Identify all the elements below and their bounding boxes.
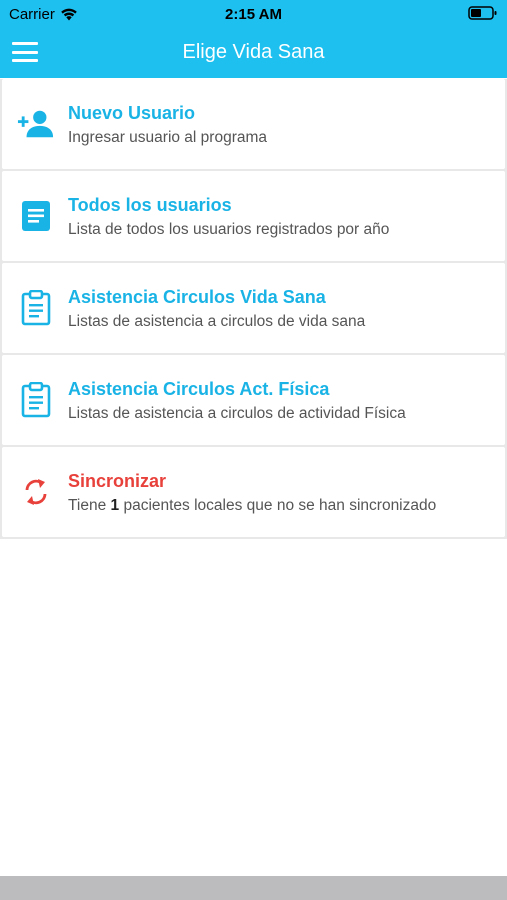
item-title: Sincronizar [68, 471, 167, 491]
sync-icon [17, 475, 55, 509]
item-title: Nuevo Usuario [68, 103, 196, 123]
list-item-todos-usuarios[interactable]: Todos los usuarios Lista de todos los us… [2, 171, 505, 261]
menu-list: Nuevo Usuario Ingresar usuario al progra… [0, 79, 507, 539]
item-subtitle: Tiene 1 pacientes locales que no se han … [68, 497, 493, 515]
bottom-bar [0, 876, 507, 900]
item-subtitle: Ingresar usuario al programa [68, 129, 268, 146]
subtitle-suffix: pacientes locales que no se han sincroni… [119, 497, 437, 514]
item-subtitle: Listas de asistencia a circulos de vida … [68, 313, 366, 330]
item-title: Asistencia Circulos Vida Sana [68, 287, 326, 307]
list-item-nuevo-usuario[interactable]: Nuevo Usuario Ingresar usuario al progra… [2, 79, 505, 169]
page-title: Elige Vida Sana [182, 41, 325, 63]
document-list-icon [17, 199, 55, 233]
clipboard-icon [17, 290, 55, 326]
status-time: 2:15 AM [225, 6, 282, 23]
item-title: Asistencia Circulos Act. Física [68, 379, 330, 399]
nav-bar: Elige Vida Sana [0, 30, 507, 78]
add-user-icon [17, 107, 55, 141]
list-item-sincronizar[interactable]: Sincronizar Tiene 1 pacientes locales qu… [2, 447, 505, 537]
item-subtitle: Lista de todos los usuarios registrados … [68, 221, 390, 238]
item-title: Todos los usuarios [68, 195, 232, 215]
list-item-asistencia-act-fisica[interactable]: Asistencia Circulos Act. Física Listas d… [2, 355, 505, 445]
status-bar: Carrier 2:15 AM [0, 0, 507, 30]
pending-count: 1 [110, 497, 120, 514]
list-item-asistencia-vida-sana[interactable]: Asistencia Circulos Vida Sana Listas de … [2, 263, 505, 353]
battery-icon [468, 5, 498, 25]
subtitle-prefix: Tiene [68, 497, 111, 514]
item-subtitle: Listas de asistencia a circulos de activ… [68, 405, 406, 422]
clipboard-icon [17, 382, 55, 418]
